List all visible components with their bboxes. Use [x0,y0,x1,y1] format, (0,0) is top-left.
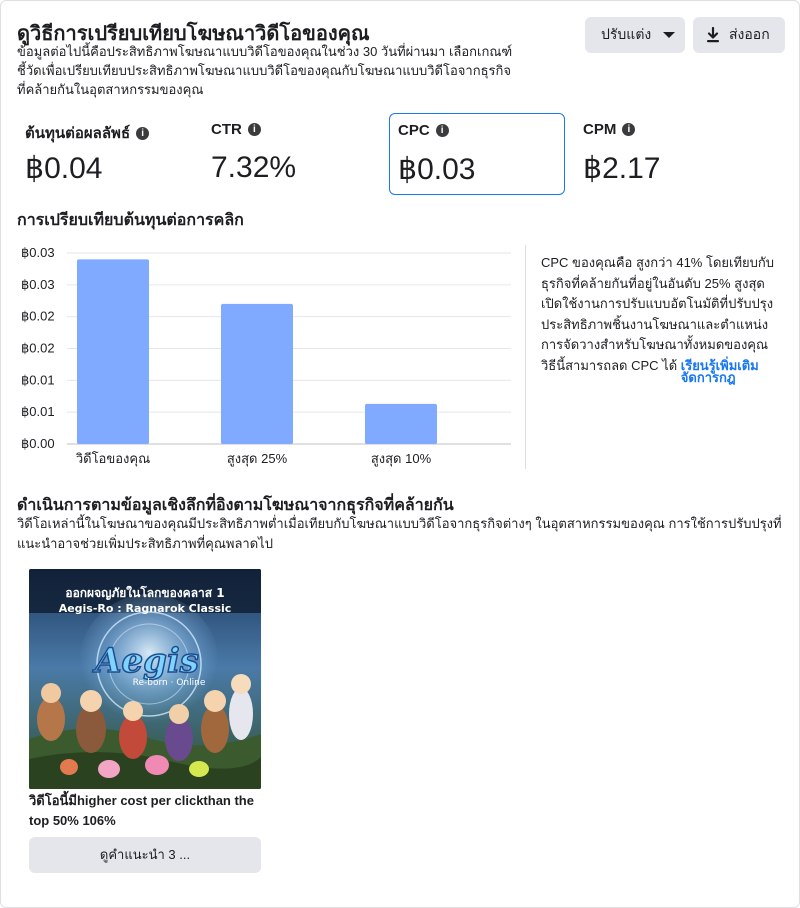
info-icon[interactable]: i [136,126,150,140]
ad-caption: วิดีโอนี้มีhigher cost per clickthan the… [29,793,254,828]
info-icon[interactable]: i [247,123,261,136]
metric-label: CPC [398,122,430,139]
bar[interactable] [221,303,293,444]
ad-card: ออกผจญภัยในโลกของคลาส 1 Aegis-Ro : Ragna… [29,569,261,831]
game-logo: Aegis [92,641,199,681]
cpc-bar-chart: ฿0.03 ฿0.03 ฿0.02 ฿0.02 ฿0.01 ฿0.01 ฿0.00 วิดีโ… [21,245,511,467]
page-description: ข้อมูลต่อไปนี้คือประสิทธิภาพโฆษณาแบบวิดี… [17,44,513,97]
insights-section-description: วิดีโอเหล่านี้ในโฆษณาของคุณมีประสิทธิภาพ… [17,516,782,551]
metric-label: CPM [583,121,617,138]
insight-body: CPC ของคุณคือ สูงกว่า 41% โดยเทียบกับธุร… [541,255,775,373]
insight-text: CPC ของคุณคือ สูงกว่า 41% โดยเทียบกับธุร… [541,253,781,385]
info-icon[interactable]: i [435,124,449,137]
metric-cpm[interactable]: CPM i ฿2.17 [575,113,747,195]
metric-ctr[interactable]: CTR i 7.32% [203,113,375,195]
y-tick-label: ฿0.01 [21,372,55,387]
caret-down-icon [663,32,676,38]
y-tick-label: ฿0.01 [21,404,55,419]
x-tick-label: สูงสุด 10% [371,451,432,467]
export-button[interactable]: ส่งออก [693,17,785,53]
metric-value: ฿0.03 [398,153,476,186]
export-label: ส่งออก [729,26,770,42]
metric-label-row: CPC i [398,122,449,139]
metric-value: ฿2.17 [583,152,661,185]
ad-image-title-1: ออกผจญภัยในโลกของคลาส 1 [65,585,224,600]
x-tick-label: สูงสุด 25% [227,451,288,467]
metric-label-row: CPM i [583,121,636,138]
benchmark-card: ดูวิธีการเปรียบเทียบโฆษณาวิดีโอของคุณ ข้… [0,0,800,908]
metric-value: ฿0.04 [25,152,103,185]
y-tick-label: ฿0.02 [21,309,55,324]
metric-cpc[interactable]: CPC i ฿0.03 [389,113,565,195]
metric-label-row: ต้นทุนต่อผลลัพธ์ i [25,121,150,145]
y-tick-label: ฿0.00 [21,436,55,451]
y-tick-label: ฿0.02 [21,341,55,356]
manage-rules-overlay[interactable]: จัดการกฎ [681,368,736,389]
metric-cost-per-result[interactable]: ต้นทุนต่อผลลัพธ์ i ฿0.04 [17,113,189,195]
y-tick-label: ฿0.03 [21,277,55,292]
comparison-title: การเปรียบเทียบต้นทุนต่อการคลิก [17,212,244,229]
x-tick-label: วิดีโอของคุณ [75,451,150,467]
y-tick-label: ฿0.03 [21,245,55,260]
bar[interactable] [77,259,149,444]
ad-thumbnail[interactable]: ออกผจญภัยในโลกของคลาส 1 Aegis-Ro : Ragna… [29,569,261,789]
download-icon [707,27,719,43]
metric-label: CTR [211,121,242,138]
bar[interactable] [365,403,437,444]
ad-image-title-2: Aegis-Ro : Ragnarok Classic [59,602,232,615]
customize-button[interactable]: ปรับแต่ง [585,17,685,53]
metric-value: 7.32% [211,151,297,184]
info-icon[interactable]: i [622,123,636,136]
customize-label: ปรับแต่ง [601,26,652,42]
metric-label-row: CTR i [211,121,261,138]
game-logo-sub: Re-born · Online [133,678,206,688]
metric-label: ต้นทุนต่อผลลัพธ์ [25,125,131,142]
view-recommendations-button[interactable]: ดูคำแนะนำ 3 ... [29,837,261,873]
learn-more-link[interactable]: เรียนรู้เพิ่มเติม จัดการกฎ [681,358,759,385]
divider [525,245,526,469]
